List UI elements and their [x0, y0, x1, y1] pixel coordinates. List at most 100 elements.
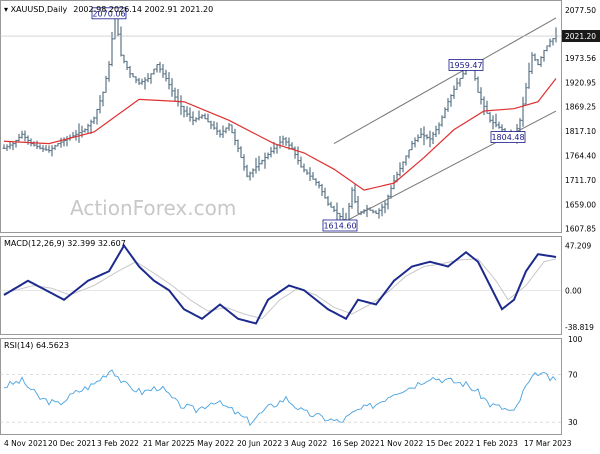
ohlc-bar	[416, 134, 420, 143]
macd-tick-label: 47.209	[565, 241, 591, 250]
ohlc-bar	[551, 38, 555, 46]
ohlc-bar	[527, 62, 531, 89]
ohlc-bar	[104, 75, 108, 93]
ohlc-bar	[41, 145, 45, 153]
price-tick-label: 1659.00	[565, 201, 596, 210]
price-annotation: 1959.47	[448, 59, 484, 71]
ohlc-bar	[422, 126, 426, 146]
ohlc-bar	[173, 87, 177, 102]
ohlc-bar	[410, 140, 414, 151]
rsi-tick-label: 70	[568, 371, 578, 380]
ohlc-bar	[236, 139, 240, 153]
ohlc-bar	[404, 155, 408, 166]
macd-layer	[0, 243, 561, 325]
macd-line	[3, 243, 557, 325]
ohlc-bar	[242, 154, 246, 171]
price-tick-label: 1920.95	[565, 79, 596, 88]
chart-root: ActionForex.com 2070.06 1959.47 1804.48 161…	[0, 0, 600, 450]
ohlc-bar	[293, 146, 297, 159]
ohlc-bar	[488, 111, 492, 123]
price-tick-label: 1869.25	[565, 103, 596, 112]
macd-tick-label: 0.00	[565, 286, 582, 295]
ohlc-bar	[413, 137, 417, 148]
ohlc-bar	[14, 139, 18, 148]
rsi-tick-label: 100	[568, 335, 583, 344]
ohlc-bar	[233, 128, 237, 146]
axis-layer: 2077.50 2021.20 1973.56 1920.95 1869.25 1817.…	[4, 6, 600, 448]
ohlc-bar	[305, 169, 309, 175]
ohlc-bar	[119, 26, 123, 57]
x-tick-label: 17 Mar 2023	[524, 439, 572, 448]
ohlc-bar	[62, 137, 66, 147]
ohlc-bar	[125, 60, 129, 71]
ohlc-bar	[89, 119, 93, 134]
ohlc-bar	[356, 195, 360, 214]
ohlc-bar	[296, 146, 300, 165]
watermark: ActionForex.com	[70, 196, 236, 220]
ohlc-bar	[524, 82, 528, 105]
ohlc-bar	[77, 123, 81, 143]
ohlc-bar	[170, 78, 174, 97]
ohlc-bar	[497, 121, 501, 129]
ohlc-bar	[458, 77, 462, 87]
ohlc-bar	[191, 111, 195, 126]
ohlc-bar	[317, 180, 321, 189]
ohlc-bar	[221, 125, 225, 138]
x-tick-label: 1 Nov 2022	[380, 439, 423, 448]
channel-line	[333, 110, 557, 228]
ohlc-bar	[491, 115, 495, 130]
ohlc-bar	[335, 202, 339, 221]
ohlc-bar	[353, 184, 357, 204]
ohlc-bar	[8, 141, 12, 150]
ohlc-bar	[38, 144, 42, 150]
ohlc-bar	[86, 123, 90, 134]
ohlc-bar	[440, 115, 444, 127]
ohlc-bar	[224, 127, 228, 134]
price-tick-label: 1973.56	[565, 54, 596, 63]
ohlc-bar	[122, 54, 126, 64]
ohlc-bar	[83, 128, 87, 133]
macd-title: MACD(12,26,9) 32.399 32.607	[4, 239, 126, 248]
x-tick-label: 4 Nov 2021	[4, 439, 47, 448]
ohlc-bar	[260, 159, 264, 165]
ohlc-bar	[254, 157, 258, 174]
ohlc-bar	[107, 61, 111, 82]
rsi-title: RSI(14) 64.5623	[4, 341, 69, 350]
ohlc-bar	[239, 146, 243, 159]
ohlc-bar	[398, 162, 402, 177]
ohlc-bar	[278, 135, 282, 149]
ohlc-bar	[452, 85, 456, 99]
ohlc-bar	[35, 140, 39, 150]
ohlc-bar	[59, 137, 63, 148]
ohlc-bar	[554, 27, 558, 43]
chart-title: ▾ XAUUSD,Daily 2002.98 2026.14 2002.91 20…	[4, 5, 213, 14]
ohlc-bar	[299, 156, 303, 168]
ohlc-bar	[131, 73, 135, 78]
moving-average-line	[3, 78, 557, 191]
macd-panel-frame	[0, 236, 562, 335]
ohlc-bar	[374, 210, 378, 214]
ohlc-bar	[314, 178, 318, 186]
ohlc-bar	[44, 145, 48, 151]
ohlc-bar	[179, 95, 183, 115]
ohlc-bar	[275, 144, 279, 154]
ohlc-bar	[176, 88, 180, 107]
ohlc-bar	[545, 45, 549, 52]
ohlc-bar	[326, 196, 330, 206]
ohlc-bar	[212, 121, 216, 130]
symbol-label: XAUUSD,Daily	[11, 5, 68, 14]
ohlc-bar	[194, 117, 198, 123]
ohlc-bar	[431, 131, 435, 145]
ohlc-label: 2002.98 2026.14 2002.91 2021.20	[73, 5, 213, 14]
ohlc-bar	[2, 144, 6, 150]
ohlc-bar	[425, 134, 429, 140]
ohlc-bar	[17, 133, 21, 142]
ohlc-bar	[455, 77, 459, 90]
price-annotation: 1614.60	[322, 219, 358, 232]
ohlc-bar	[56, 142, 60, 147]
ohlc-bar	[266, 152, 270, 160]
ohlc-bar	[203, 113, 207, 120]
ohlc-bar	[263, 152, 267, 169]
ohlc-bar	[533, 53, 537, 62]
ohlc-bar	[530, 52, 534, 75]
